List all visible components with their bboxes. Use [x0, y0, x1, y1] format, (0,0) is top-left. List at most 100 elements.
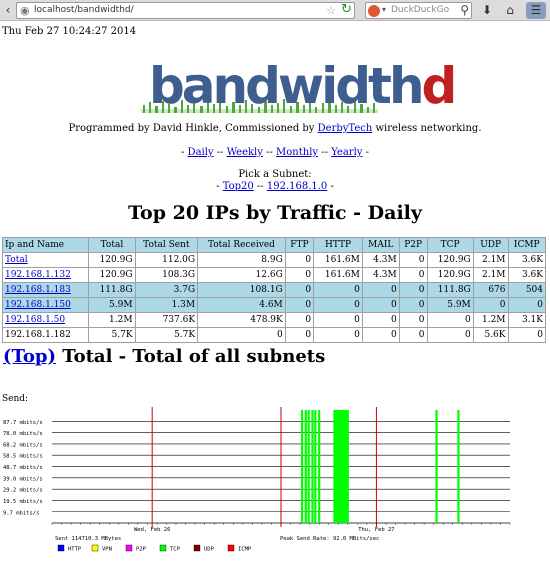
ip-link[interactable]: 192.168.1.150 — [5, 300, 71, 310]
credit-line: Programmed by David Hinkle, Commissioned… — [0, 123, 550, 134]
report-title: Top 20 IPs by Traffic - Daily — [128, 202, 422, 224]
cell-p2p: 0 — [398, 282, 428, 298]
engine-dropdown-icon[interactable]: ▾ — [382, 5, 386, 14]
cell-total: 1.2M — [88, 312, 136, 328]
col-ftp: FTP — [284, 237, 315, 253]
col-total-sent: Total Sent — [134, 237, 199, 253]
legend-label: HTTP — [68, 547, 82, 553]
cell-ip: 192.168.1.132 — [1, 267, 90, 283]
data-bar — [346, 410, 349, 523]
legend-swatch — [125, 544, 133, 552]
addon-icon[interactable]: ☰ — [526, 2, 546, 19]
url-text[interactable]: localhost/bandwidthd/ — [34, 5, 134, 15]
cell-udp: 676 — [472, 282, 509, 298]
cell-http: 161.6M — [313, 267, 363, 283]
cell-icmp: 3.6K — [507, 252, 547, 268]
col-total: Total — [88, 237, 136, 253]
send-traffic-chart: 87.7 mbits/s 78.0 mbits/s 68.2 mbits/s 58.5… — [3, 407, 511, 553]
ip-link[interactable]: 192.168.1.50 — [5, 315, 65, 325]
subnet-nav: - Top20 -- 192.168.1.0 - — [216, 181, 334, 192]
bookmark-star-icon[interactable]: ☆ — [326, 4, 336, 17]
data-bar — [333, 410, 336, 523]
data-bar — [311, 410, 314, 523]
cell-total-received: 4.6M — [197, 297, 286, 313]
weekly-link[interactable]: Weekly — [227, 147, 263, 158]
search-bar[interactable]: ▾ DuckDuckGo ⚲ — [365, 2, 472, 19]
pick-subnet-label: Pick a Subnet: — [238, 169, 312, 180]
col-mail: MAIL — [361, 237, 400, 253]
cell-udp: 5.6K — [472, 327, 509, 343]
table-row: 192.168.1.182 5.7K 5.7K 0 0 0 0 0 0 5.6K 0 — [1, 327, 547, 343]
legend-label: UDP — [204, 547, 215, 553]
legend-label: TCP — [170, 547, 181, 553]
derbytech-link[interactable]: DerbyTech — [318, 123, 373, 134]
col-icmp: ICMP — [507, 237, 547, 253]
data-bar — [337, 410, 340, 523]
cell-ftp: 0 — [284, 297, 315, 313]
credit-text: Programmed by David Hinkle, Commissioned… — [68, 123, 315, 134]
col-total-received: Total Received — [197, 237, 286, 253]
cell-p2p: 0 — [398, 312, 428, 328]
period-nav: - Daily -- Weekly -- Monthly -- Yearly - — [180, 147, 369, 158]
legend-swatch — [227, 544, 235, 552]
reload-icon[interactable]: ↻ — [341, 2, 352, 17]
top-anchor-link[interactable]: (Top) — [3, 346, 56, 367]
cell-tcp: 111.8G — [426, 282, 474, 298]
table-row: 192.168.1.50 1.2M 737.6K 478.9K 0 0 0 0 0 1.2M 3.1… — [1, 312, 547, 328]
subnet-section-title: Total - Total of all subnets — [62, 346, 326, 367]
binoculars-icon[interactable]: ⚲ — [460, 3, 469, 17]
col-tcp: TCP — [426, 237, 474, 253]
cell-mail: 0 — [361, 297, 400, 313]
ip-link[interactable]: 192.168.1.132 — [5, 270, 71, 280]
credit-tail-text: wireless networking. — [375, 123, 482, 134]
subnet-192-168-1-0-link[interactable]: 192.168.1.0 — [267, 181, 327, 192]
logo-accent-letter: d — [421, 57, 458, 115]
cell-mail: 0 — [361, 282, 400, 298]
top20-link[interactable]: Top20 — [223, 181, 254, 192]
url-bar[interactable]: ◉ localhost/bandwidthd/ ☆ ↻ — [16, 2, 355, 19]
ip-link[interactable]: 192.168.1.183 — [5, 285, 71, 295]
cell-icmp: 3.6K — [507, 267, 547, 283]
back-arrow-icon[interactable]: ‹ — [2, 2, 14, 19]
data-bar — [342, 410, 346, 523]
home-icon[interactable]: ⌂ — [503, 2, 517, 19]
subnet-section-heading: (Top) Total - Total of all subnets — [3, 346, 325, 367]
cell-total: 5.7K — [88, 327, 136, 343]
data-bar — [307, 410, 310, 523]
cell-ip: 192.168.1.50 — [1, 312, 90, 328]
cell-ftp: 0 — [284, 327, 315, 343]
browser-toolbar: ‹ ◉ localhost/bandwidthd/ ☆ ↻ ▾ DuckDuck… — [0, 0, 550, 21]
legend-label: P2P — [136, 547, 147, 553]
cell-http: 161.6M — [313, 252, 363, 268]
table-row: 192.168.1.150 5.9M 1.3M 4.6M 0 0 0 0 5.9M 0 0 — [1, 297, 547, 313]
yearly-link[interactable]: Yearly — [331, 147, 362, 158]
data-bar — [314, 410, 317, 523]
cell-ftp: 0 — [284, 267, 315, 283]
y-tick-label: 39.0 mbits/s — [3, 476, 43, 482]
ip-link[interactable]: Total — [5, 255, 28, 265]
cell-total-received: 12.6G — [197, 267, 286, 283]
cell-udp: 0 — [472, 297, 509, 313]
search-engine-placeholder[interactable]: DuckDuckGo — [391, 5, 449, 15]
cell-ip: 192.168.1.183 — [1, 282, 90, 298]
data-bar — [339, 410, 342, 523]
download-icon[interactable]: ⬇ — [480, 2, 494, 19]
cell-icmp: 0 — [507, 297, 547, 313]
duckduckgo-icon — [368, 5, 380, 17]
y-tick-label: 9.7 mbits/s — [3, 510, 39, 516]
data-bar — [435, 410, 438, 523]
y-tick-label: 87.7 mbits/s — [3, 420, 43, 426]
cell-icmp: 3.1K — [507, 312, 547, 328]
cell-ip: 192.168.1.150 — [1, 297, 90, 313]
cell-p2p: 0 — [398, 267, 428, 283]
globe-icon: ◉ — [20, 4, 30, 17]
cell-ftp: 0 — [284, 282, 315, 298]
monthly-link[interactable]: Monthly — [276, 147, 318, 158]
cell-icmp: 0 — [507, 327, 547, 343]
daily-link[interactable]: Daily — [188, 147, 214, 158]
cell-http: 0 — [313, 312, 363, 328]
legend-swatch — [159, 544, 167, 552]
cell-udp: 2.1M — [472, 252, 509, 268]
data-bar — [457, 410, 460, 523]
legend-label: ICMP — [238, 547, 252, 553]
